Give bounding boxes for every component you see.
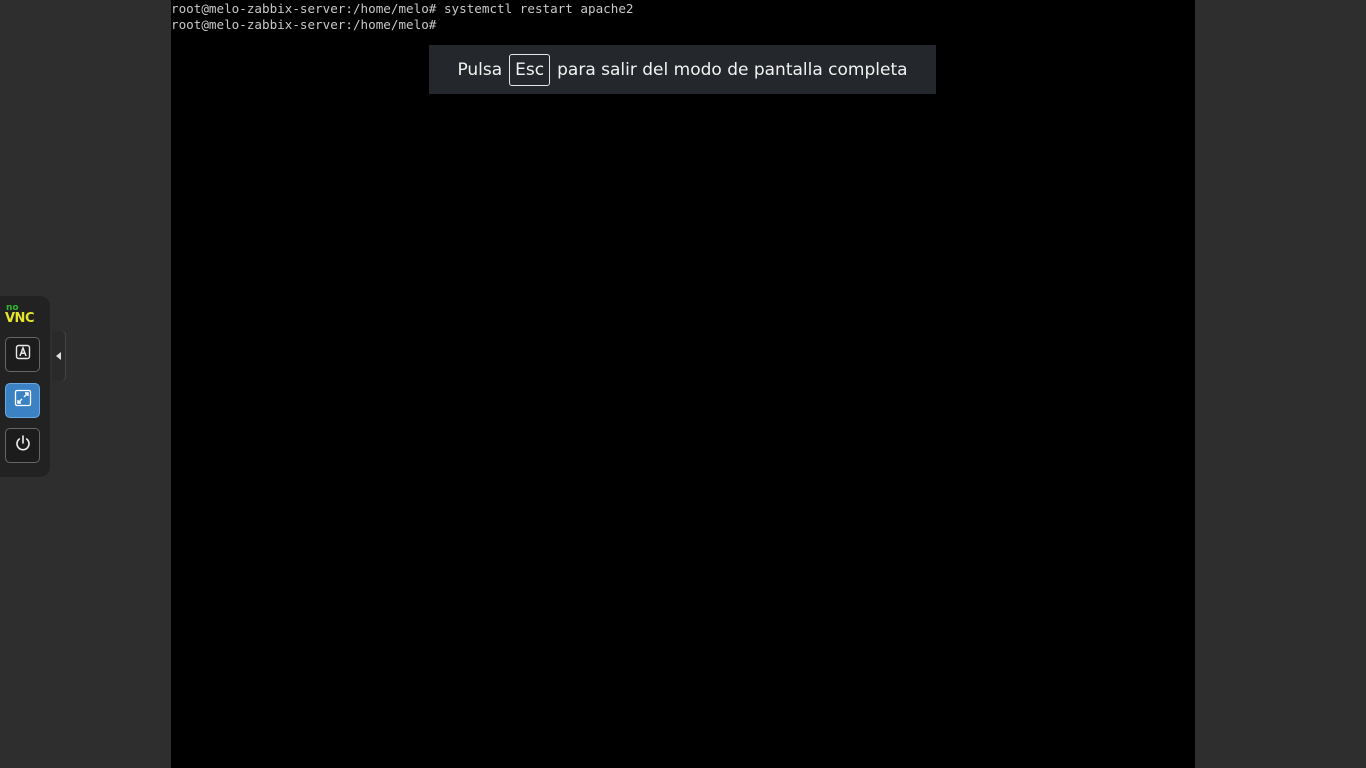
arrow-left-icon [55,347,62,365]
terminal-prompt-line: root@melo-zabbix-server:/home/melo# [171,17,437,32]
logo-vnc-text: VNC [5,311,34,326]
fullscreen-notice-prefix: Pulsa [457,59,503,80]
control-bar-panel: no VNC [0,296,50,477]
fullscreen-notice-suffix: para salir del modo de pantalla completa [557,59,908,80]
keyboard-button[interactable] [5,337,40,372]
fullscreen-button[interactable] [5,383,40,418]
novnc-control-bar: no VNC [0,296,50,477]
control-bar-handle[interactable] [52,331,65,381]
novnc-logo: no VNC [5,304,41,328]
keyboard-icon [15,344,31,365]
fullscreen-notice: Pulsa Esc para salir del modo de pantall… [429,45,936,94]
power-icon [14,434,32,457]
remote-screen[interactable]: root@melo-zabbix-server:/home/melo# syst… [171,0,1195,768]
fullscreen-icon [14,389,32,412]
terminal-line: root@melo-zabbix-server:/home/melo# syst… [171,1,634,16]
vnc-viewport: root@melo-zabbix-server:/home/melo# syst… [0,0,1366,768]
power-button[interactable] [5,428,40,463]
right-gutter [1195,0,1366,768]
esc-key-badge: Esc [509,53,551,86]
